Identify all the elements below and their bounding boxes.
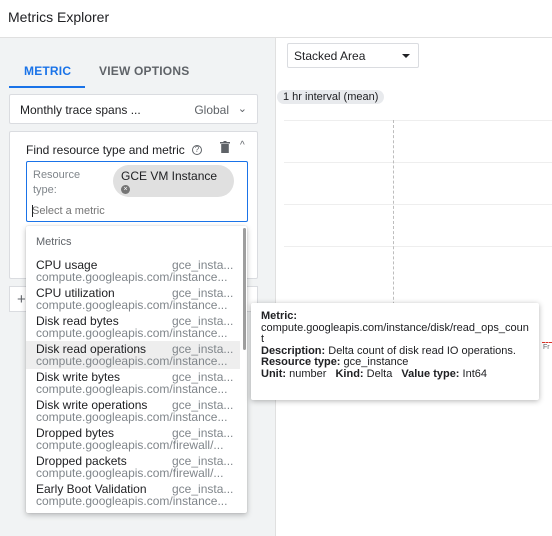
find-panel-title: Find resource type and metric bbox=[26, 143, 185, 157]
metric-item-path: compute.googleapis.com/firewall/... bbox=[36, 466, 224, 480]
metric-tooltip: Metric: compute.googleapis.com/instance/… bbox=[251, 303, 539, 400]
metric-item-path: compute.googleapis.com/instance... bbox=[36, 382, 228, 396]
metric-item-path: compute.googleapis.com/firewall/... bbox=[36, 438, 224, 452]
tab-view-options[interactable]: VIEW OPTIONS bbox=[99, 64, 189, 78]
grid-line bbox=[284, 246, 552, 247]
metric-list-item[interactable]: Disk write bytes gce_insta... compute.goog… bbox=[26, 369, 240, 397]
resource-type-label: Resource type: bbox=[33, 169, 81, 196]
resource-chip-label: GCE VM Instance bbox=[121, 169, 218, 183]
chevron-down-icon: ⌄ bbox=[237, 103, 247, 115]
tab-bar: METRIC VIEW OPTIONS bbox=[0, 38, 276, 88]
metric-list-item[interactable]: CPU utilization gce_insta... compute.googl… bbox=[26, 285, 240, 313]
trace-selector-label: Monthly trace spans ... bbox=[20, 103, 141, 117]
metric-list-item[interactable]: Dropped packets gce_insta... compute.googl… bbox=[26, 453, 240, 481]
resource-metric-field[interactable]: Resource type: GCE VM Instance × bbox=[26, 161, 248, 222]
trash-icon[interactable] bbox=[220, 141, 230, 153]
chart-type-select[interactable]: Stacked Area bbox=[287, 43, 419, 68]
metric-item-path: compute.googleapis.com/instance... bbox=[36, 354, 228, 368]
metric-item-path: compute.googleapis.com/instance... bbox=[36, 298, 228, 312]
dropdown-arrow-icon bbox=[402, 54, 410, 58]
tooltip-resource-value: gce_instance bbox=[343, 356, 409, 368]
metric-list-item[interactable]: Disk write operations gce_insta... compute… bbox=[26, 397, 240, 425]
tooltip-value-type-value: Int64 bbox=[462, 367, 487, 380]
chart-type-value: Stacked Area bbox=[294, 49, 366, 63]
scrollbar[interactable] bbox=[243, 228, 246, 350]
metric-list-item[interactable]: Disk read operations gce_insta... compute.… bbox=[26, 341, 240, 369]
metric-search-input[interactable] bbox=[32, 203, 232, 219]
metric-list-item[interactable]: Early Boot Validation gce_insta... compute… bbox=[26, 481, 240, 509]
grid-line bbox=[284, 204, 552, 205]
metric-list-item[interactable]: CPU usage gce_insta... compute.googleapis.… bbox=[26, 257, 240, 285]
metric-list-item[interactable]: Dropped bytes gce_insta... compute.googlea… bbox=[26, 425, 240, 453]
metric-item-path: compute.googleapis.com/instance... bbox=[36, 270, 228, 284]
metric-item-path: compute.googleapis.com/instance... bbox=[36, 494, 228, 508]
trace-selector[interactable]: Monthly trace spans ... Global ⌄ bbox=[9, 94, 258, 124]
metrics-dropdown[interactable]: Metrics CPU usage gce_insta... compute.goo… bbox=[26, 226, 247, 513]
dropdown-header: Metrics bbox=[36, 236, 72, 248]
interval-chip: 1 hr interval (mean) bbox=[277, 90, 385, 104]
tooltip-metric-value: compute.googleapis.com/instance/disk/rea… bbox=[261, 321, 529, 345]
chart-panel: Stacked Area 1 hr interval (mean) Fr bbox=[277, 38, 552, 536]
tooltip-resource-label: Resource type: bbox=[261, 356, 341, 368]
metric-list-item[interactable]: Disk read bytes gce_insta... compute.googl… bbox=[26, 313, 240, 341]
top-bar: Metrics Explorer bbox=[0, 0, 552, 38]
resource-type-chip[interactable]: GCE VM Instance × bbox=[113, 165, 234, 197]
grid-line bbox=[284, 120, 552, 121]
tooltip-description-label: Description: bbox=[261, 344, 326, 357]
tooltip-unit-label: Unit: bbox=[261, 367, 287, 380]
active-tab-indicator bbox=[9, 86, 85, 88]
page-title: Metrics Explorer bbox=[8, 9, 110, 25]
tooltip-kind-value: Delta bbox=[366, 367, 393, 380]
grid-line bbox=[284, 162, 552, 163]
tooltip-description-value: Delta count of disk read IO operations. bbox=[328, 344, 516, 357]
help-icon[interactable]: ? bbox=[192, 145, 202, 155]
close-icon[interactable]: × bbox=[121, 185, 130, 194]
threshold-line bbox=[542, 342, 552, 343]
plus-icon[interactable]: + bbox=[17, 291, 26, 308]
text-cursor bbox=[32, 205, 33, 217]
metric-item-path: compute.googleapis.com/instance... bbox=[36, 326, 228, 340]
chevron-up-icon[interactable]: ^ bbox=[240, 140, 245, 151]
time-marker-line bbox=[393, 120, 394, 330]
tab-metric[interactable]: METRIC bbox=[24, 64, 71, 78]
tooltip-value-type-label: Value type: bbox=[401, 367, 460, 380]
tooltip-kind-label: Kind: bbox=[335, 367, 364, 380]
tooltip-unit-value: number bbox=[289, 367, 327, 380]
tooltip-metric-label: Metric: bbox=[261, 310, 298, 322]
metric-item-path: compute.googleapis.com/instance... bbox=[36, 410, 228, 424]
axis-edge-label: Fr bbox=[543, 344, 550, 351]
trace-selector-value: Global bbox=[194, 103, 229, 117]
